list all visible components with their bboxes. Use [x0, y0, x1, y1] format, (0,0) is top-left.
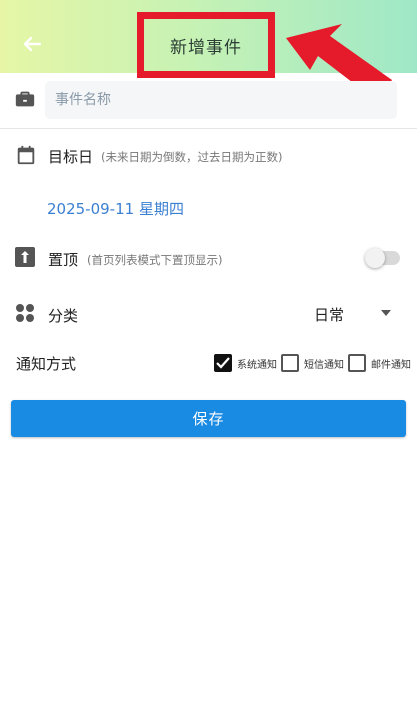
pin-hint: (首页列表模式下置顶显示) [87, 253, 223, 267]
category-label: 分类 [48, 307, 79, 325]
calendar-icon [17, 145, 35, 165]
toggle-knob [365, 248, 385, 268]
email-notify-label: 邮件通知 [371, 359, 411, 371]
category-selected-value: 日常 [314, 306, 345, 324]
pin-label: 置顶 [48, 251, 79, 269]
target-date-label: 目标日 [48, 148, 94, 166]
dropdown-caret-icon [381, 310, 391, 316]
event-name-input[interactable] [45, 81, 397, 119]
page-title: 新增事件 [170, 37, 242, 58]
pin-top-icon [15, 247, 35, 267]
target-date-hint: (未来日期为倒数，过去日期为正数) [101, 150, 283, 164]
sms-notify-label: 短信通知 [304, 359, 344, 371]
notify-email-option[interactable]: 邮件通知 [348, 352, 411, 374]
back-button[interactable] [18, 30, 46, 58]
notify-sms-option[interactable]: 短信通知 [281, 352, 344, 374]
section-divider [0, 128, 417, 129]
sms-notify-checkbox[interactable] [281, 354, 299, 372]
system-notify-label: 系统通知 [237, 359, 277, 371]
briefcase-icon [15, 91, 35, 107]
notify-label: 通知方式 [16, 355, 77, 373]
save-button[interactable]: 保存 [11, 400, 406, 437]
category-icon [16, 304, 34, 322]
event-name-row [0, 75, 417, 125]
email-notify-checkbox[interactable] [348, 354, 366, 372]
pin-toggle[interactable] [365, 248, 400, 268]
category-select[interactable]: 日常 [300, 298, 400, 328]
check-icon [216, 357, 230, 369]
title-highlight-box: 新增事件 [137, 12, 275, 78]
target-date-value[interactable]: 2025-09-11 星期四 [47, 198, 184, 219]
back-arrow-icon [23, 36, 41, 52]
notify-system-option[interactable]: 系统通知 [214, 352, 277, 374]
system-notify-checkbox[interactable] [214, 354, 232, 372]
